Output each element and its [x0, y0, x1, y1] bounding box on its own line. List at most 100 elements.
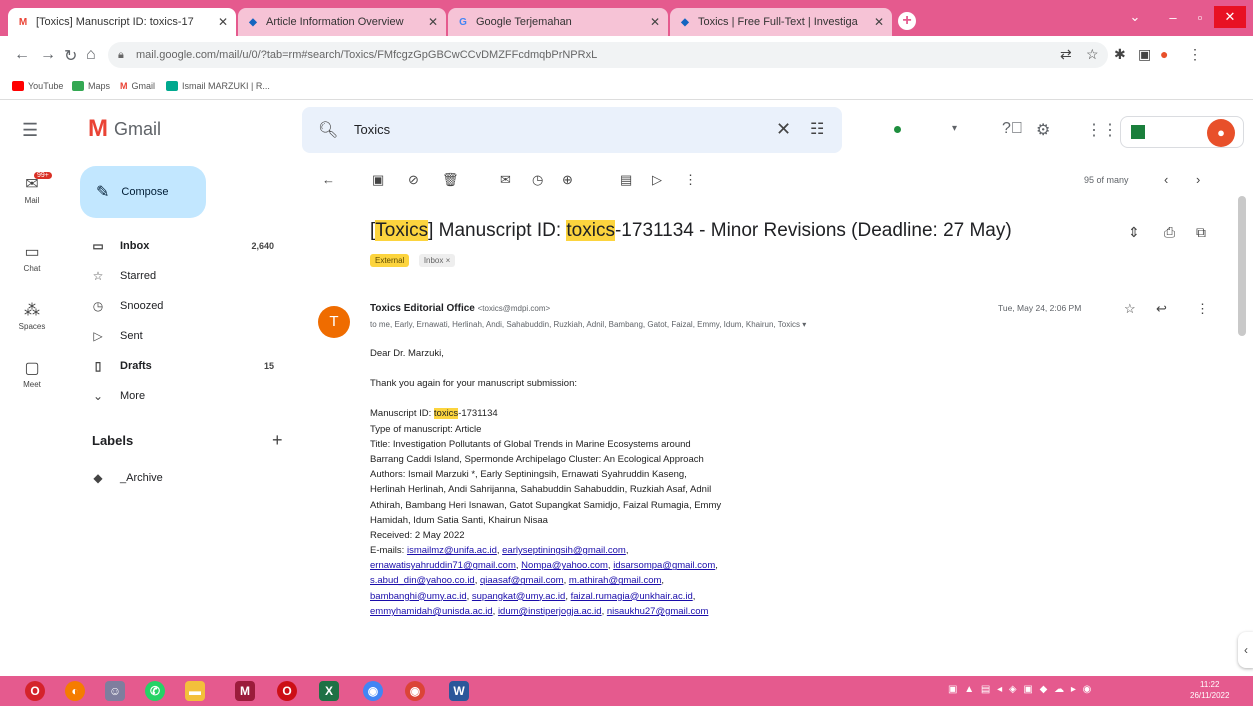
recipients[interactable]: to me, Early, Ernawati, Herlinah, Andi, …: [370, 320, 806, 329]
close-tab-icon[interactable]: ✕: [428, 15, 438, 29]
people-icon[interactable]: ☺: [98, 680, 132, 702]
close-tab-icon[interactable]: ✕: [650, 15, 660, 29]
file-explorer-icon[interactable]: ▬: [178, 680, 212, 702]
tab-translate[interactable]: G Google Terjemahan ✕: [448, 8, 668, 36]
opera-browser-icon[interactable]: O: [270, 680, 304, 702]
new-window-icon[interactable]: ⧉: [1196, 224, 1206, 241]
email-link[interactable]: idum@instiperjogja.ac.id: [498, 606, 602, 617]
avatar[interactable]: ●: [1207, 119, 1235, 147]
add-task-icon[interactable]: ⊕: [562, 172, 573, 188]
profile-icon[interactable]: ●: [1160, 46, 1168, 62]
scrollbar[interactable]: [1238, 196, 1246, 336]
browser-menu-icon[interactable]: ⋮: [1188, 46, 1202, 63]
inbox-chip[interactable]: Inbox ×: [418, 254, 456, 267]
label-archive[interactable]: ◆ _Archive: [88, 466, 292, 490]
extensions-icon[interactable]: ✱: [1114, 46, 1126, 63]
rail-meet[interactable]: ▢ Meet: [0, 358, 64, 389]
bookmark-profile[interactable]: Ismail MARZUKI | R...: [166, 81, 270, 91]
tab-search-icon[interactable]: ⌄: [1124, 6, 1146, 28]
rail-mail[interactable]: ✉ 99+ Mail: [0, 172, 64, 205]
system-clock[interactable]: 11:22 26/11/2022: [1190, 679, 1229, 701]
reload-icon[interactable]: ↻: [64, 46, 77, 66]
email-link[interactable]: bambanghi@umy.ac.id: [370, 591, 467, 602]
sidebar-item-more[interactable]: ⌄ More: [88, 384, 292, 408]
mark-unread-icon[interactable]: ✉: [500, 172, 511, 188]
new-tab-button[interactable]: +: [898, 12, 916, 30]
email-link[interactable]: nisaukhu27@gmail.com: [607, 606, 709, 617]
search-icon[interactable]: 🔍︎: [318, 120, 338, 140]
search-input[interactable]: Toxics: [354, 122, 390, 137]
bookmark-maps[interactable]: Maps: [72, 81, 110, 91]
tab-toxics-fulltext[interactable]: ◆ Toxics | Free Full-Text | Investiga ✕: [670, 8, 892, 36]
firefox-icon[interactable]: ◐: [58, 680, 92, 702]
sidebar-item-inbox[interactable]: ▭ Inbox 2,640: [88, 234, 292, 258]
main-menu-icon[interactable]: ☰: [22, 120, 38, 141]
bookmark-gmail[interactable]: M Gmail: [120, 81, 155, 91]
sidepanel-icon[interactable]: ▣: [1138, 46, 1151, 63]
forward-icon[interactable]: →: [40, 46, 56, 64]
report-spam-icon[interactable]: ⊘: [408, 172, 419, 188]
email-link[interactable]: m.athirah@gmail.com: [569, 575, 662, 586]
close-tab-icon[interactable]: ✕: [218, 15, 228, 29]
translate-page-icon[interactable]: ⇄: [1060, 46, 1072, 63]
more-actions-icon[interactable]: ⋮: [684, 172, 697, 188]
archive-icon[interactable]: ▣: [372, 172, 384, 188]
minimize-button[interactable]: –: [1160, 6, 1186, 28]
sidebar-item-starred[interactable]: ☆ Starred: [88, 264, 292, 288]
email-link[interactable]: idsarsompa@gmail.com: [613, 560, 715, 571]
bookmark-youtube[interactable]: YouTube: [12, 81, 63, 91]
bookmark-star-icon[interactable]: ☆: [1086, 46, 1099, 63]
prev-message-icon[interactable]: ‹: [1164, 172, 1168, 187]
tab-article-info[interactable]: ◆ Article Information Overview ✕: [238, 8, 446, 36]
next-message-icon[interactable]: ›: [1196, 172, 1200, 187]
sidebar-item-sent[interactable]: ▷ Sent: [88, 324, 292, 348]
opera-icon[interactable]: O: [18, 680, 52, 702]
add-label-button[interactable]: +: [272, 430, 283, 451]
email-link[interactable]: ernawatisyahruddin71@gmail.com: [370, 560, 516, 571]
clear-search-icon[interactable]: ✕: [776, 119, 791, 140]
back-to-search-icon[interactable]: ←: [322, 172, 335, 187]
url-field[interactable]: 🔒︎ mail.google.com/mail/u/0/?tab=rm#sear…: [108, 42, 1108, 68]
email-link[interactable]: qiaasaf@gmail.com: [480, 575, 564, 586]
chrome-icon[interactable]: ◉: [356, 680, 390, 702]
snooze-icon[interactable]: ◷: [532, 172, 543, 188]
expand-all-icon[interactable]: ⇕: [1128, 224, 1140, 241]
gmail-logo[interactable]: M Gmail: [88, 115, 161, 143]
email-link[interactable]: supangkat@umy.ac.id: [472, 591, 565, 602]
message-more-icon[interactable]: ⋮: [1196, 301, 1209, 317]
home-icon[interactable]: ⌂: [86, 46, 96, 64]
apps-grid-icon[interactable]: ⋮⋮: [1086, 120, 1118, 140]
chrome-active-icon[interactable]: ◉: [398, 680, 432, 702]
label-icon[interactable]: ▷: [652, 172, 662, 188]
system-tray[interactable]: ▣ ▲ ▤ ◂ ◈ ▣ ◆ ☁ ▸ ◉: [948, 684, 1093, 695]
back-icon[interactable]: ←: [14, 46, 30, 64]
compose-button[interactable]: ✎ Compose: [80, 166, 206, 218]
mendeley-icon[interactable]: M: [228, 680, 262, 702]
whatsapp-icon[interactable]: ✆: [138, 680, 172, 702]
delete-icon[interactable]: 🗑︎: [442, 172, 459, 188]
close-tab-icon[interactable]: ✕: [874, 15, 884, 29]
rail-chat[interactable]: ▭ Chat: [0, 242, 64, 273]
close-window-button[interactable]: ✕: [1214, 6, 1246, 28]
email-link[interactable]: faizal.rumagia@unkhair.ac.id: [571, 591, 693, 602]
email-link[interactable]: Nompa@yahoo.com: [521, 560, 608, 571]
tab-gmail[interactable]: M [Toxics] Manuscript ID: toxics-17 ✕: [8, 8, 236, 36]
email-link[interactable]: earlyseptiningsih@gmail.com: [502, 545, 626, 556]
move-to-icon[interactable]: ▤: [620, 172, 632, 188]
excel-icon[interactable]: X: [312, 680, 346, 702]
help-icon[interactable]: ?⃝: [1002, 120, 1023, 138]
account-switcher[interactable]: ●: [1120, 116, 1244, 148]
email-link[interactable]: ismailmz@unifa.ac.id: [407, 545, 497, 556]
settings-icon[interactable]: ⚙: [1036, 120, 1050, 140]
sidebar-item-drafts[interactable]: ▯ Drafts 15: [88, 354, 292, 378]
search-bar[interactable]: 🔍︎ Toxics ✕ ☷: [302, 107, 842, 153]
status-selector[interactable]: ▾: [868, 118, 972, 142]
reply-icon[interactable]: ↩: [1156, 301, 1167, 317]
star-icon[interactable]: ☆: [1124, 301, 1136, 317]
email-link[interactable]: emmyhamidah@unisda.ac.id: [370, 606, 493, 617]
rail-spaces[interactable]: ⁂ Spaces: [0, 300, 64, 331]
maximize-button[interactable]: ▫: [1188, 6, 1212, 28]
word-icon[interactable]: W: [442, 680, 476, 702]
side-panel-toggle[interactable]: ‹: [1238, 632, 1253, 668]
print-icon[interactable]: ⎙: [1164, 224, 1175, 241]
